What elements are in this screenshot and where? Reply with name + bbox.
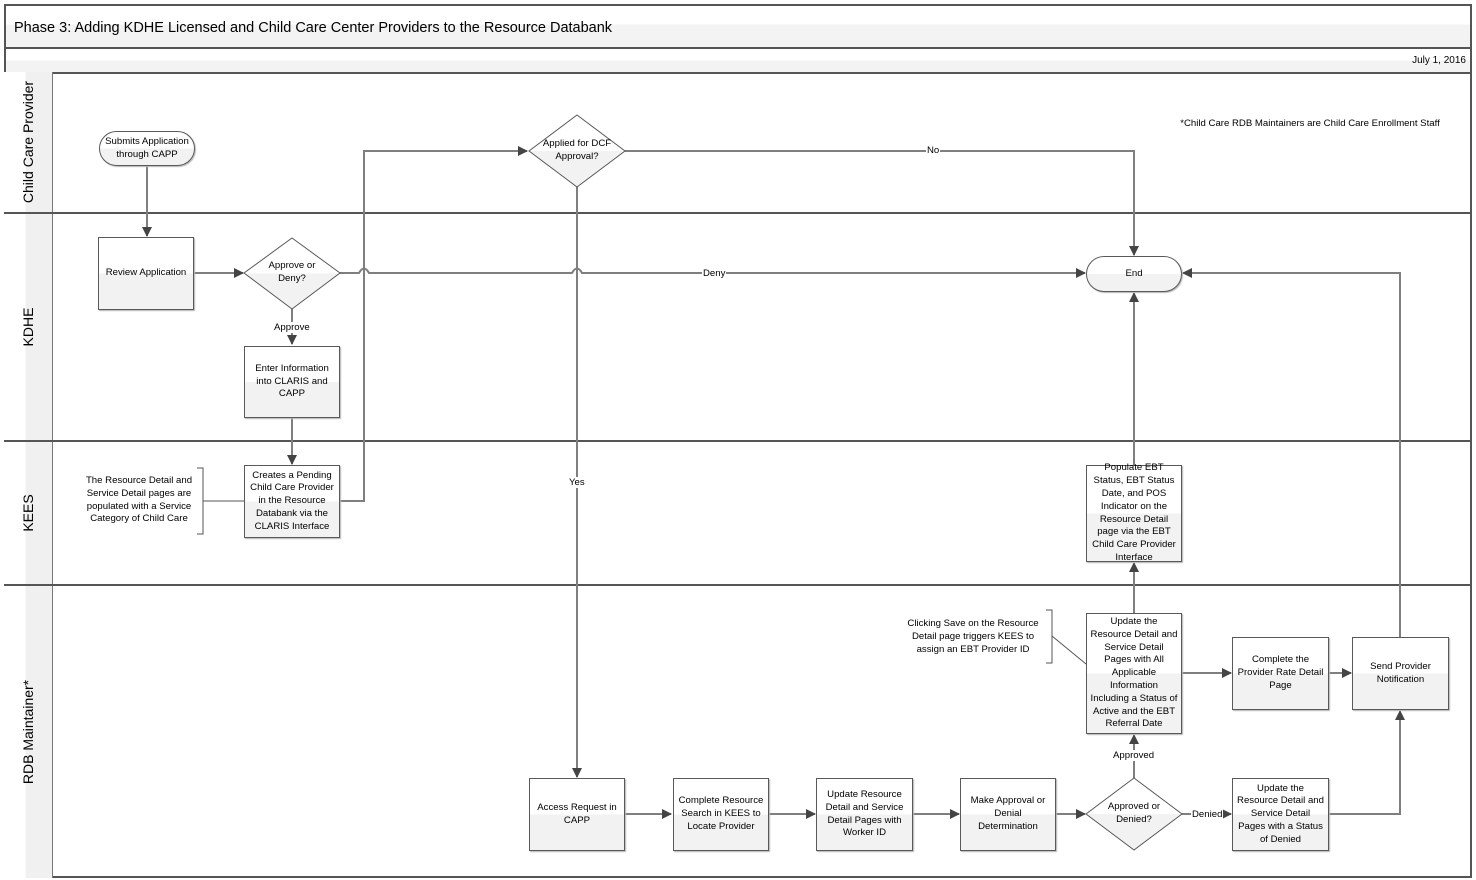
lane-label: RDB Maintainer* — [20, 679, 36, 785]
node-text: Creates a Pending Child Care Provider in… — [250, 469, 334, 532]
node-text: Approve or Deny? — [268, 260, 316, 284]
process-complete-rate-detail: Complete the Provider Rate Detail Page — [1232, 637, 1329, 710]
process-complete-search: Complete Resource Search in KEES to Loca… — [673, 778, 769, 851]
date-label: July 1, 2016 — [1412, 55, 1466, 66]
annotation-kees-note: The Resource Detail and Service Detail p… — [85, 475, 193, 525]
node-text: Send Provider Notification — [1370, 660, 1431, 685]
edge-label-no: No — [926, 145, 941, 156]
lane-label: KDHE — [20, 307, 36, 347]
process-access-request: Access Request in CAPP — [529, 778, 625, 851]
decision-applied-dcf: Applied for DCF Approval? — [537, 133, 617, 169]
node-text: Enter Information into CLARIS and CAPP — [255, 362, 329, 400]
node-text: Review Application — [105, 267, 187, 279]
edge-label-denied: Denied — [1191, 809, 1224, 820]
process-make-determination: Make Approval or Denial Determination — [960, 778, 1056, 851]
lane-header: KDHE — [4, 214, 53, 440]
end-terminator: End — [1086, 256, 1182, 292]
lane-header: KEES — [4, 442, 53, 584]
node-text: Approved or Denied? — [1107, 801, 1161, 825]
lane-header: RDB Maintainer* — [4, 586, 53, 878]
node-text: Update the Resource Detail and Service D… — [1237, 782, 1324, 845]
process-update-worker-id: Update Resource Detail and Service Detai… — [816, 778, 913, 851]
node-text: Make Approval or Denial Determination — [970, 795, 1046, 832]
decision-approve-deny: Approve or Deny? — [254, 258, 330, 288]
lane-child-care-provider: Child Care Provider — [4, 72, 1472, 214]
node-text: Update Resource Detail and Service Detai… — [825, 788, 904, 839]
lane-header: Child Care Provider — [4, 72, 53, 212]
node-text: Applied for DCF Approval? — [542, 138, 612, 162]
lane-label: Child Care Provider — [20, 80, 36, 204]
edge-label-approve: Approve — [273, 322, 311, 333]
lane-label: KEES — [20, 494, 36, 532]
date-bar: July 1, 2016 — [4, 47, 1472, 74]
title-bar: Phase 3: Adding KDHE Licensed and Child … — [4, 4, 1472, 49]
process-update-denied: Update the Resource Detail and Service D… — [1232, 778, 1329, 851]
footnote: *Child Care RDB Maintainers are Child Ca… — [1180, 118, 1440, 129]
node-text: Complete Resource Search in KEES to Loca… — [678, 795, 764, 832]
process-update-all-info: Update the Resource Detail and Service D… — [1086, 613, 1182, 734]
edge-label-yes: Yes — [568, 477, 586, 488]
annotation-save-note: Clicking Save on the Resource Detail pag… — [907, 618, 1039, 655]
node-text: Access Request in CAPP — [537, 801, 617, 826]
process-create-pending: Creates a Pending Child Care Provider in… — [244, 465, 340, 538]
edge-label-deny: Deny — [702, 268, 727, 279]
page-title: Phase 3: Adding KDHE Licensed and Child … — [14, 20, 613, 36]
process-enter-information: Enter Information into CLARIS and CAPP — [244, 346, 340, 418]
node-text: Submits Application through CAPP — [105, 135, 189, 160]
lane-kees: KEES — [4, 442, 1472, 586]
node-text: End — [1125, 267, 1143, 279]
lane-kdhe: KDHE — [4, 214, 1472, 442]
process-populate-ebt: Populate EBT Status, EBT Status Date, an… — [1086, 462, 1182, 563]
decision-approved-denied: Approved or Denied? — [1096, 799, 1172, 829]
node-text: Update the Resource Detail and Service D… — [1090, 615, 1178, 730]
start-submit-application: Submits Application through CAPP — [99, 131, 195, 166]
process-review-application: Review Application — [98, 237, 194, 310]
node-text: Populate EBT Status, EBT Status Date, an… — [1092, 462, 1176, 563]
process-send-notification: Send Provider Notification — [1352, 637, 1449, 710]
edge-label-approved: Approved — [1112, 750, 1156, 761]
node-text: Complete the Provider Rate Detail Page — [1237, 654, 1324, 691]
